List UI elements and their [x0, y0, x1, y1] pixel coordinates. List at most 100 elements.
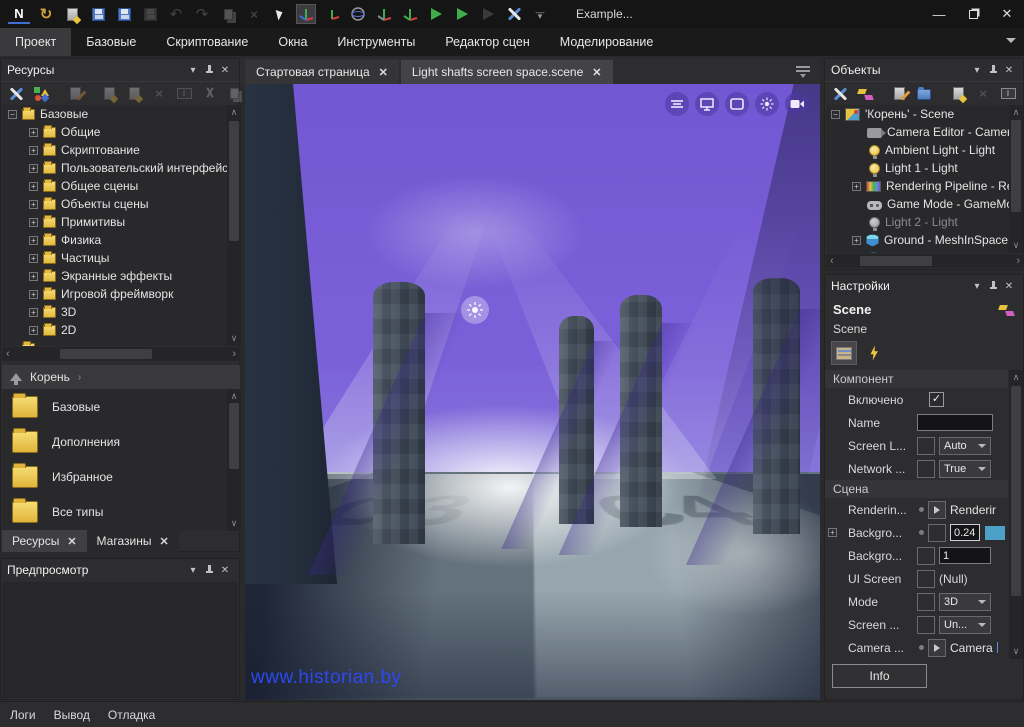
objects-tree-hscrollbar[interactable]: ‹ ›: [826, 254, 1024, 268]
dropdown-icon[interactable]: ▾: [969, 62, 985, 78]
list-item[interactable]: Избранное: [2, 459, 227, 494]
scroll-down-icon[interactable]: ∨: [1013, 646, 1020, 657]
scroll-right-icon[interactable]: ›: [1016, 255, 1020, 267]
expand-icon[interactable]: +: [852, 182, 861, 191]
list-item[interactable]: Все типы: [2, 494, 227, 529]
tree-item[interactable]: +Физика: [2, 231, 227, 249]
menu-scripting[interactable]: Скриптование: [151, 28, 263, 56]
tab-scene[interactable]: Light shafts screen space.scene✕: [401, 60, 613, 84]
default-flag-box[interactable]: [917, 547, 935, 565]
expand-icon[interactable]: +: [29, 128, 38, 137]
dropdown-icon[interactable]: ▾: [185, 562, 201, 578]
tools-icon[interactable]: [504, 4, 524, 24]
tree-item[interactable]: Light 1 - Light: [826, 159, 1009, 177]
rename-icon[interactable]: I: [174, 84, 194, 104]
reference-button[interactable]: [928, 639, 946, 657]
new-folder-icon[interactable]: [99, 84, 119, 104]
resources-tree-hscrollbar[interactable]: ‹ ›: [2, 347, 240, 361]
close-icon[interactable]: ✕: [159, 535, 168, 548]
resources-tree-vscrollbar[interactable]: ∧ ∨: [227, 105, 241, 346]
step-icon[interactable]: [478, 4, 498, 24]
settings-vscrollbar[interactable]: ∧ ∨: [1009, 370, 1023, 659]
folder-icon[interactable]: [914, 84, 934, 104]
status-tab-logs[interactable]: Логи: [10, 708, 36, 722]
tab-list-icon[interactable]: [796, 65, 810, 77]
app-logo[interactable]: N: [8, 4, 30, 24]
expand-icon[interactable]: +: [29, 200, 38, 209]
tree-item[interactable]: Light 2 - Light: [826, 213, 1009, 231]
redo-icon[interactable]: ↷: [192, 4, 212, 24]
close-icon[interactable]: ✕: [217, 562, 233, 578]
toolbar-overflow-icon[interactable]: —▾: [530, 4, 550, 24]
background-multiplier-field[interactable]: 1: [939, 547, 991, 564]
menu-scene-editor[interactable]: Редактор сцен: [430, 28, 544, 56]
scroll-down-icon[interactable]: ∨: [231, 518, 238, 529]
scroll-down-icon[interactable]: ∨: [231, 333, 238, 344]
close-icon[interactable]: ✕: [217, 62, 233, 78]
scroll-up-icon[interactable]: ∧: [231, 391, 238, 402]
tab-properties-icon[interactable]: [831, 341, 857, 365]
refresh-icon[interactable]: ↻: [36, 4, 56, 24]
scroll-thumb[interactable]: [1011, 120, 1021, 212]
save-as-icon[interactable]: [114, 4, 134, 24]
tree-item[interactable]: +Игровой фреймворк: [2, 285, 227, 303]
menu-windows[interactable]: Окна: [263, 28, 322, 56]
collapse-icon[interactable]: −: [831, 110, 840, 119]
new-resource-icon[interactable]: [65, 84, 85, 104]
expand-icon[interactable]: +: [29, 272, 38, 281]
expand-icon[interactable]: +: [852, 236, 861, 245]
pin-icon[interactable]: [201, 562, 217, 578]
tree-item[interactable]: +3D: [2, 303, 227, 321]
list-item[interactable]: Дополнения: [2, 424, 227, 459]
new-file-icon[interactable]: [124, 84, 144, 104]
new-file-icon[interactable]: [948, 84, 968, 104]
tools-icon[interactable]: [6, 84, 26, 104]
menu-basic[interactable]: Базовые: [71, 28, 151, 56]
restore-button[interactable]: [956, 0, 990, 28]
tree-item[interactable]: +Объекты сцены: [2, 195, 227, 213]
play-icon[interactable]: [426, 4, 446, 24]
tree-item[interactable]: +Экранные эффекты: [2, 267, 227, 285]
close-icon[interactable]: ✕: [592, 66, 601, 79]
copy-icon[interactable]: [224, 84, 244, 104]
tree-item[interactable]: −'Корень' - Scene: [826, 105, 1009, 123]
delete-icon[interactable]: ×: [244, 4, 264, 24]
color-swatch[interactable]: [984, 525, 1006, 541]
expand-icon[interactable]: +: [29, 254, 38, 263]
tree-item-partial[interactable]: [826, 249, 1009, 253]
scroll-right-icon[interactable]: ›: [232, 348, 236, 360]
tree-item[interactable]: +2D: [2, 321, 227, 339]
close-button[interactable]: ✕: [990, 0, 1024, 28]
collapse-icon[interactable]: −: [8, 110, 17, 119]
close-icon[interactable]: ✕: [67, 535, 76, 548]
default-flag-box[interactable]: [917, 437, 935, 455]
new-object-icon[interactable]: [889, 84, 909, 104]
scroll-down-icon[interactable]: ∨: [1013, 240, 1020, 251]
run-icon[interactable]: [452, 4, 472, 24]
tree-item[interactable]: Camera Editor - Camera: [826, 123, 1009, 141]
status-tab-output[interactable]: Вывод: [54, 708, 90, 722]
expand-icon[interactable]: +: [29, 290, 38, 299]
delete-icon[interactable]: ×: [149, 84, 169, 104]
dropdown-icon[interactable]: ▾: [969, 278, 985, 294]
scroll-thumb[interactable]: [1011, 386, 1021, 596]
reference-button[interactable]: [928, 501, 946, 519]
tab-start-page[interactable]: Стартовая страница✕: [245, 60, 399, 84]
tree-item[interactable]: +Общие: [2, 123, 227, 141]
menu-project[interactable]: Проект: [0, 28, 71, 56]
folder-list-vscrollbar[interactable]: ∧ ∨: [227, 389, 241, 531]
brightness-icon[interactable]: [755, 92, 779, 116]
scene-viewport[interactable]: C6C7C8C1C2C3C4C5C6C7C8C1D6D7D8D1D2D3D4D5…: [245, 84, 820, 700]
tree-item[interactable]: +Rendering Pipeline - Ren: [826, 177, 1009, 195]
undo-icon[interactable]: ↶: [166, 4, 186, 24]
rename-icon[interactable]: I: [998, 84, 1018, 104]
up-icon[interactable]: [10, 373, 22, 381]
scroll-up-icon[interactable]: ∧: [1013, 107, 1020, 118]
default-flag-box[interactable]: [917, 460, 935, 478]
pin-icon[interactable]: [985, 62, 1001, 78]
tree-item[interactable]: Ambient Light - Light: [826, 141, 1009, 159]
expand-icon[interactable]: +: [29, 164, 38, 173]
tab-resources[interactable]: Ресурсы✕: [2, 530, 87, 552]
select-icon[interactable]: [270, 4, 290, 24]
rotate-tool-icon[interactable]: [322, 4, 342, 24]
